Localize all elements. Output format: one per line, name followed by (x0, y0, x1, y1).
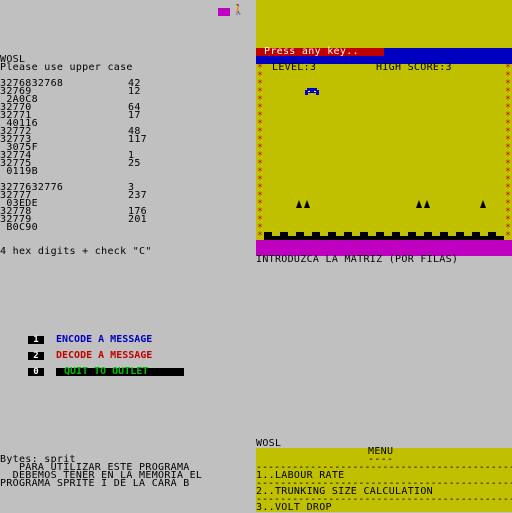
merlon (376, 232, 384, 236)
value-cell: 117 (128, 134, 147, 145)
merlon (264, 232, 272, 236)
value-cell: 237 (128, 190, 147, 201)
decode-key[interactable]: 2 (28, 352, 44, 361)
press-any-key-prompt: Press any key.. (264, 46, 359, 57)
loader-line-3: PROGRAMA SPRITE I DE LA CARA B (0, 478, 190, 489)
decode-option[interactable]: DECODE A MESSAGE (56, 351, 152, 361)
stick-man-icon: 🚶 (232, 5, 245, 16)
merlon (456, 232, 464, 236)
player-ship-icon (305, 88, 319, 95)
address-cell: 0119B (0, 166, 38, 177)
merlon (392, 232, 400, 236)
game-screen[interactable] (256, 0, 512, 256)
monitor-instruction: Please use upper case (0, 62, 133, 73)
left-border: * * * * * * * * * * * * * * * * * * * * … (257, 63, 263, 241)
menu-item-labour-rate[interactable]: 1..LABOUR RATE (256, 471, 345, 481)
quit-option[interactable]: QUIT TO OUTLET (64, 367, 148, 377)
level-indicator: LEVEL:3 (272, 62, 317, 73)
merlon (360, 232, 368, 236)
alien-icon (416, 200, 430, 208)
battlement-floor (264, 232, 504, 240)
quit-key[interactable]: 0 (28, 368, 44, 377)
merlon (296, 232, 304, 236)
merlon (280, 232, 288, 236)
merlon (440, 232, 448, 236)
merlon (488, 232, 496, 236)
value-cell: 17 (128, 110, 141, 121)
encode-option[interactable]: ENCODE A MESSAGE (56, 335, 152, 345)
value-cell: 12 (128, 86, 141, 97)
right-border: * * * * * * * * * * * * * * * * * * * * … (505, 63, 511, 241)
merlon (408, 232, 416, 236)
high-score-indicator: HIGH SCORE:3 (376, 62, 452, 73)
menu-item-volt-drop[interactable]: 3..VOLT DROP (256, 503, 332, 513)
pink-sprite (218, 8, 230, 16)
merlon (344, 232, 352, 236)
menu-item-trunking-size[interactable]: 2..TRUNKING SIZE CALCULATION (256, 487, 433, 497)
matrix-prompt: INTRODUZCA LA MATRIZ (POR FILAS) (256, 254, 459, 265)
value-cell: 201 (128, 214, 147, 225)
merlon (328, 232, 336, 236)
encode-key[interactable]: 1 (28, 336, 44, 345)
merlon (472, 232, 480, 236)
menu-title-underline: ---- (368, 454, 394, 465)
merlon (312, 232, 320, 236)
menu-app-title: WOSL (256, 438, 282, 449)
merlon (424, 232, 432, 236)
monitor-hint: 4 hex digits + check "C" (0, 246, 152, 257)
value-cell: 25 (128, 158, 141, 169)
alien-icon (480, 200, 486, 208)
address-cell: B0C90 (0, 222, 38, 233)
alien-icon (296, 200, 310, 208)
